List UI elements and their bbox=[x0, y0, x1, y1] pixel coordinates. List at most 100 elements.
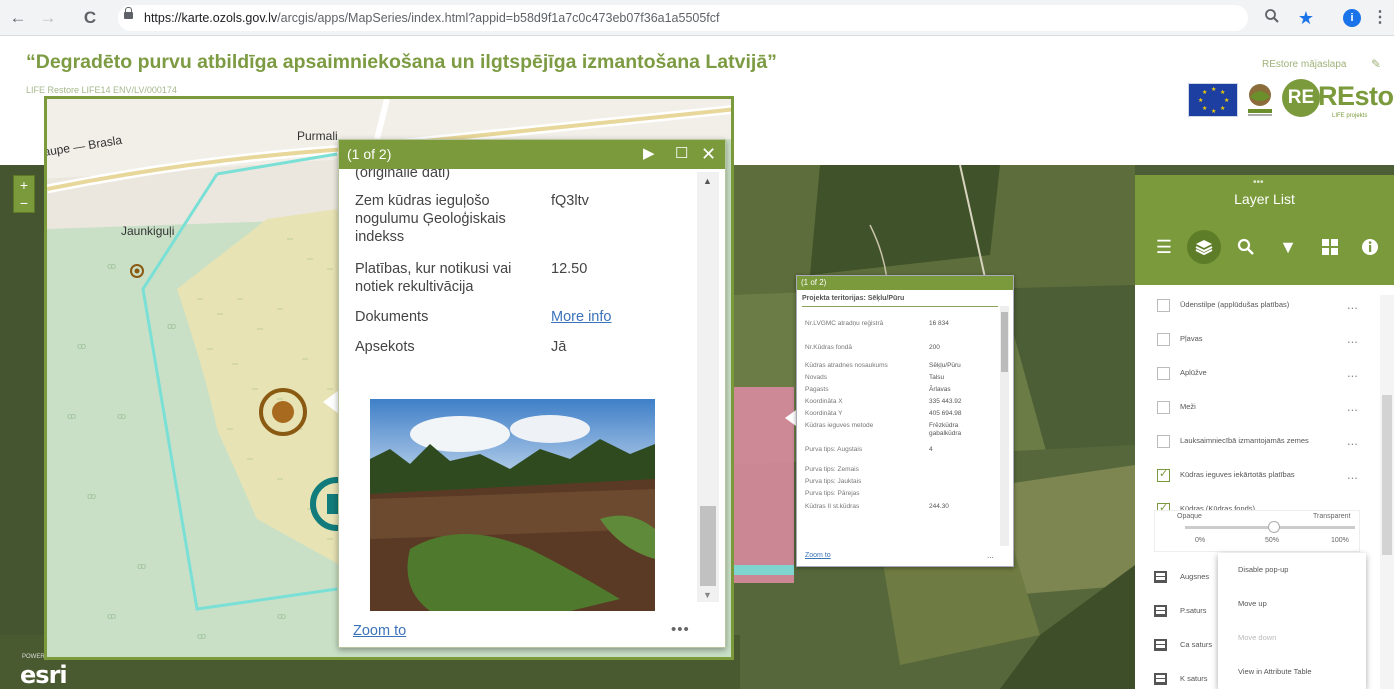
layer-list-scrollbar[interactable] bbox=[1380, 295, 1394, 689]
popup2-row-key: Pagasts bbox=[805, 386, 829, 393]
zoom-control[interactable]: + − bbox=[13, 175, 35, 213]
svg-text:ꝏ: ꝏ bbox=[117, 412, 126, 422]
reload-button[interactable]: C bbox=[80, 8, 100, 28]
popup2-row-value: 405 694.98 bbox=[929, 410, 962, 417]
context-menu-item[interactable]: View in Attribute Table bbox=[1218, 655, 1366, 689]
extension-icon[interactable]: i bbox=[1343, 9, 1361, 27]
popup2-row-value: Frēzkūdra gabalkūdra bbox=[929, 422, 962, 437]
layer-list-scroll-thumb[interactable] bbox=[1382, 395, 1392, 555]
zoom-to-link[interactable]: Zoom to bbox=[353, 623, 406, 639]
restore-homepage-link[interactable]: REstore mājaslapa bbox=[1262, 59, 1346, 70]
layer-item-label: Aplūžve bbox=[1180, 368, 1207, 377]
basemap-gallery-icon[interactable] bbox=[1313, 230, 1347, 264]
back-button[interactable]: ← bbox=[8, 8, 28, 28]
layer-options-button[interactable]: ... bbox=[1347, 365, 1358, 380]
popup2-more-button[interactable]: ... bbox=[987, 551, 994, 560]
popup-more-button[interactable]: ••• bbox=[671, 621, 690, 638]
layer-visibility-checkbox[interactable] bbox=[1157, 367, 1170, 380]
popup2-row-key: Kūdras atradnes nosaukums bbox=[805, 362, 888, 369]
popup2-zoom-link[interactable]: Zoom to bbox=[805, 552, 831, 559]
table-icon bbox=[1154, 605, 1167, 617]
share-icon[interactable]: ✎ bbox=[1371, 57, 1381, 71]
zoom-in-button[interactable]: + bbox=[14, 176, 34, 194]
layer-context-menu: Disable pop-up Move up Move down View in At… bbox=[1218, 553, 1366, 689]
table-icon bbox=[1154, 673, 1167, 685]
feature-popup: (1 of 2) ▶ ☐ ✕ (oriģinālie dati) Zem kūd… bbox=[338, 139, 726, 648]
scroll-up-arrow[interactable]: ▲ bbox=[703, 176, 712, 186]
more-info-link[interactable]: More info bbox=[551, 308, 691, 326]
layer-item[interactable]: Pļavas... bbox=[1135, 323, 1380, 355]
star-icon[interactable]: ★ bbox=[1296, 8, 1316, 28]
legend-icon[interactable]: ☰ bbox=[1147, 230, 1181, 264]
place-label-jaunkiguli: Jaunkiguļi bbox=[121, 224, 175, 238]
svg-text:ꝏ: ꝏ bbox=[277, 612, 286, 622]
layers-icon[interactable] bbox=[1187, 230, 1221, 264]
layer-visibility-checkbox[interactable] bbox=[1157, 333, 1170, 346]
layer-item[interactable]: Kūdras ieguves iekārtotās platības... bbox=[1135, 459, 1380, 491]
svg-text:ꝏ: ꝏ bbox=[77, 342, 86, 352]
layer-visibility-checkbox[interactable] bbox=[1157, 435, 1170, 448]
layer-visibility-checkbox[interactable] bbox=[1157, 299, 1170, 312]
svg-text:ꝏ: ꝏ bbox=[107, 612, 116, 622]
slider-tick-0: 0% bbox=[1195, 537, 1206, 544]
slider-handle[interactable] bbox=[1268, 521, 1280, 533]
transparency-slider[interactable]: Opaque Transparent 0% 50% 100% bbox=[1154, 510, 1360, 552]
layer-item[interactable]: Aplūžve... bbox=[1135, 357, 1380, 389]
restore-logo-circle: RE bbox=[1282, 79, 1320, 117]
info-icon[interactable] bbox=[1353, 230, 1387, 264]
popup2-row-key: Nr.LVGMC atradņu reģistrā bbox=[805, 320, 884, 327]
layer-list-title: Layer List bbox=[1234, 191, 1295, 207]
attr-value: 12.50 bbox=[551, 261, 588, 277]
url-path: /arcgis/apps/MapSeries/index.html?appid=… bbox=[277, 11, 720, 25]
popup2-row-key: Koordināta X bbox=[805, 398, 843, 405]
context-menu-item[interactable]: Move up bbox=[1218, 587, 1366, 621]
popup2-row-key: Kūdras II st.kūdras bbox=[805, 503, 860, 510]
svg-text:ꝏ: ꝏ bbox=[137, 562, 146, 572]
popup2-scrollbar[interactable] bbox=[1000, 306, 1009, 546]
url-host: https://karte.ozols.gov.lv bbox=[144, 11, 278, 25]
layer-options-button[interactable]: ... bbox=[1347, 297, 1358, 312]
close-popup-button[interactable]: ✕ bbox=[701, 144, 716, 164]
svg-text:ꝏ: ꝏ bbox=[87, 492, 96, 502]
layer-visibility-checkbox[interactable] bbox=[1157, 467, 1170, 482]
popup2-scroll-thumb[interactable] bbox=[1001, 312, 1008, 372]
filter-icon[interactable]: ▼ bbox=[1271, 230, 1305, 264]
layer-options-button[interactable]: ... bbox=[1347, 433, 1358, 448]
lock-icon bbox=[124, 7, 133, 19]
popup2-pointer bbox=[785, 410, 796, 426]
table-icon bbox=[1154, 639, 1167, 651]
address-bar[interactable]: https://karte.ozols.gov.lv/arcgis/apps/M… bbox=[118, 5, 1248, 31]
popup-scrollbar[interactable]: ▲ ▼ bbox=[697, 172, 719, 602]
context-menu-item[interactable]: Disable pop-up bbox=[1218, 553, 1366, 587]
site-photo[interactable] bbox=[370, 399, 655, 611]
scroll-down-arrow[interactable]: ▼ bbox=[703, 590, 712, 600]
search-icon[interactable] bbox=[1262, 8, 1282, 28]
popup-scroll-thumb[interactable] bbox=[700, 506, 716, 586]
popup2-row-value: 244.30 bbox=[929, 503, 949, 510]
search-icon[interactable] bbox=[1229, 230, 1263, 264]
layer-list-header: ••• Layer List ☰ ▼ bbox=[1135, 175, 1394, 285]
popup2-row-value: Talsu bbox=[929, 374, 945, 381]
layer-item[interactable]: Meži... bbox=[1135, 391, 1380, 423]
next-feature-button[interactable]: ▶ bbox=[643, 144, 655, 164]
zoom-out-button[interactable]: − bbox=[14, 194, 34, 212]
menu-icon[interactable]: ⋮ bbox=[1370, 8, 1390, 28]
maximize-button[interactable]: ☐ bbox=[675, 144, 688, 164]
layer-options-button[interactable]: ... bbox=[1347, 331, 1358, 346]
layer-item-label: Lauksaimniecībā izmantojamās zemes bbox=[1180, 436, 1309, 445]
attr-key: Zem kūdras ieguļošo nogulumu Ģeoloģiskai… bbox=[355, 193, 506, 245]
popup2-row-key: Purva tips: Augstais bbox=[805, 446, 863, 453]
layer-item-label: Pļavas bbox=[1180, 334, 1203, 343]
forward-button[interactable]: → bbox=[38, 8, 58, 28]
layer-item-label: Ūdenstilpe (applūdušas platības) bbox=[1180, 300, 1290, 309]
popup-footer: Zoom to ••• bbox=[339, 619, 725, 649]
layer-options-button[interactable]: ... bbox=[1347, 467, 1358, 482]
attr-value: Jā bbox=[551, 339, 567, 355]
panel-grip-icon[interactable]: ••• bbox=[1253, 177, 1264, 188]
layer-item[interactable]: Ūdenstilpe (applūdušas platības)... bbox=[1135, 289, 1380, 321]
layer-options-button[interactable]: ... bbox=[1347, 399, 1358, 414]
layer-item[interactable]: Lauksaimniecībā izmantojamās zemes... bbox=[1135, 425, 1380, 457]
layer-visibility-checkbox[interactable] bbox=[1157, 401, 1170, 414]
page-subtitle: LIFE Restore LIFE14 ENV/LV/000174 bbox=[26, 85, 177, 95]
context-menu-item: Move down bbox=[1238, 633, 1277, 642]
